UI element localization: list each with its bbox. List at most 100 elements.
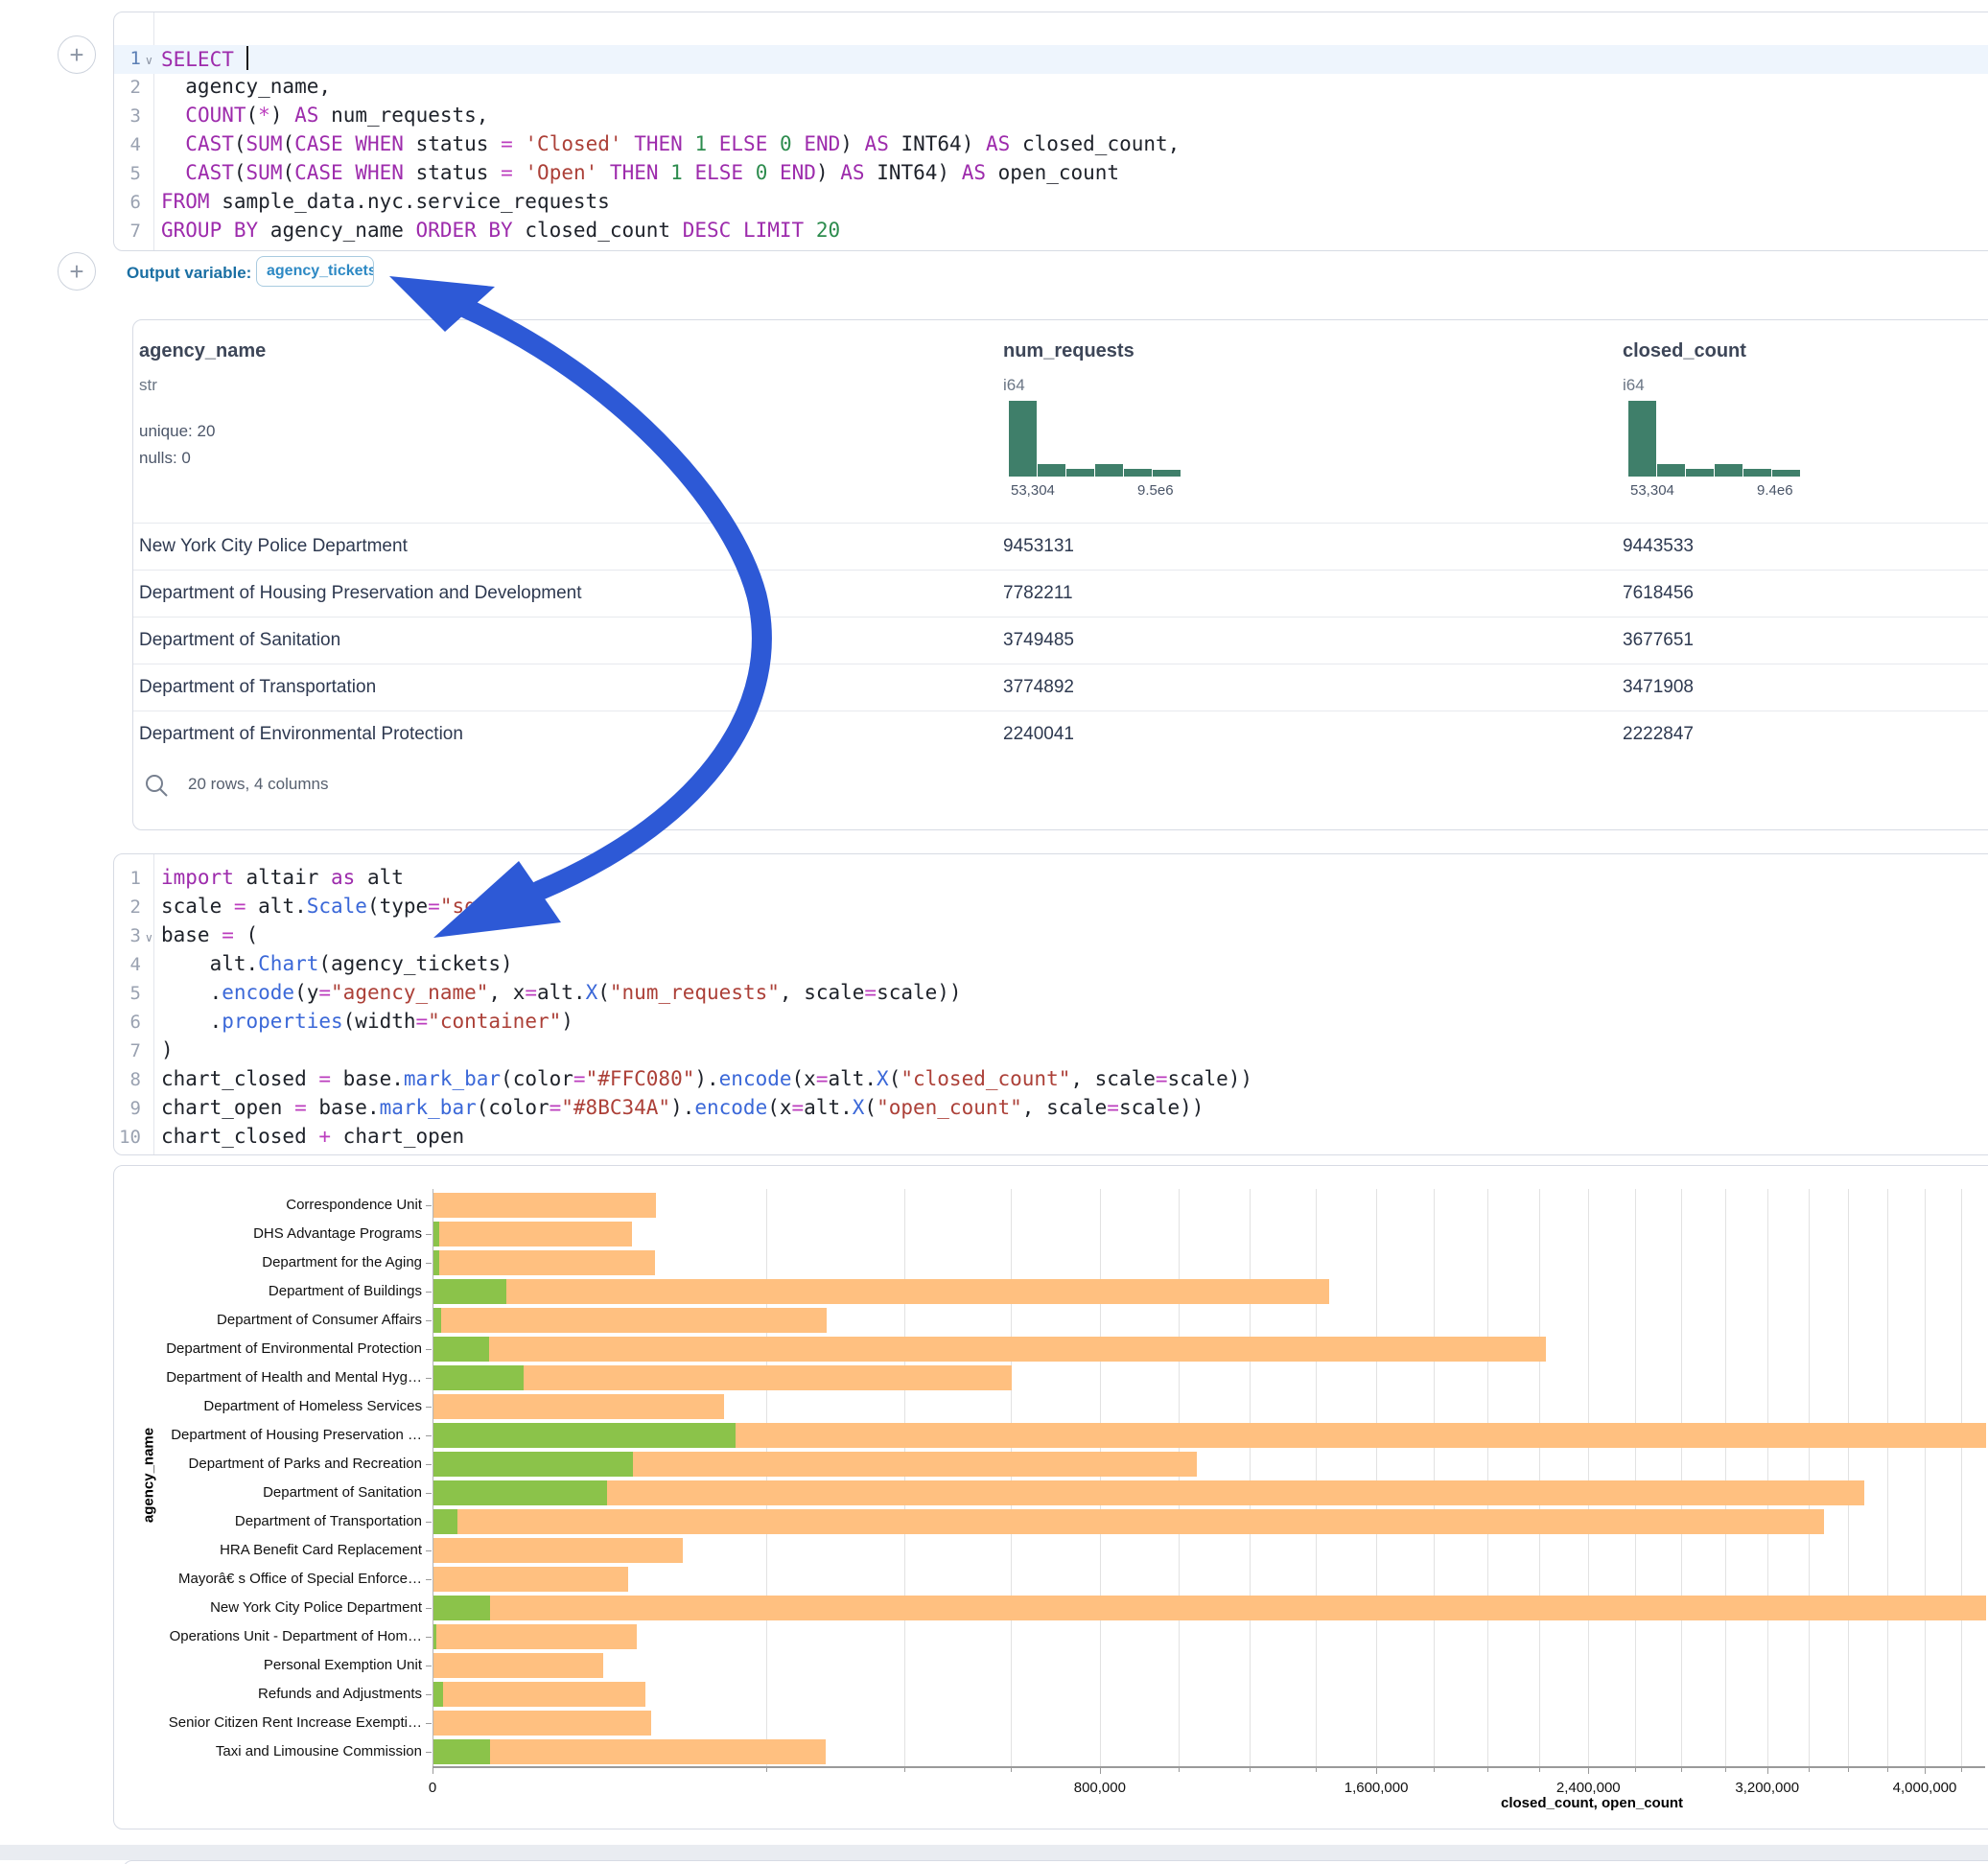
open-count-bar[interactable]: [433, 1624, 436, 1649]
python-line-1[interactable]: 1import altair as alt: [114, 865, 1988, 894]
code-text: .properties(width="container"): [161, 1010, 573, 1033]
closed-count-bar[interactable]: [433, 1222, 632, 1247]
closed-count-bar[interactable]: [433, 1250, 655, 1275]
y-category-label: Taxi and Limousine Commission: [163, 1743, 422, 1759]
closed-count-bar[interactable]: [433, 1596, 1986, 1620]
closed-count-bar[interactable]: [433, 1711, 651, 1736]
code-text: SELECT: [161, 46, 248, 71]
python-line-9[interactable]: 9chart_open = base.mark_bar(color="#8BC3…: [114, 1095, 1988, 1124]
open-count-bar[interactable]: [433, 1337, 489, 1362]
closed-count-bar[interactable]: [433, 1337, 1546, 1362]
line-number: 3: [114, 105, 141, 127]
open-count-bar[interactable]: [433, 1308, 441, 1333]
closed-count-bar[interactable]: [433, 1682, 645, 1707]
table-row[interactable]: New York City Police Department945313194…: [133, 523, 1988, 571]
gridline: [766, 1189, 767, 1766]
column-header-num_requests[interactable]: num_requests: [1003, 340, 1134, 362]
sql-line-5[interactable]: 5 CAST(SUM(CASE WHEN status = 'Open' THE…: [114, 160, 1988, 189]
sql-line-7[interactable]: 7GROUP BY agency_name ORDER BY closed_co…: [114, 218, 1988, 246]
output-variable-label: Output variable:: [127, 264, 251, 283]
python-line-7[interactable]: 7): [114, 1037, 1988, 1066]
table-cell: Department of Housing Preservation and D…: [139, 583, 582, 604]
open-count-bar[interactable]: [433, 1423, 736, 1448]
y-category-label: New York City Police Department: [163, 1599, 422, 1616]
closed-count-bar[interactable]: [433, 1624, 637, 1649]
closed-count-bar[interactable]: [433, 1509, 1824, 1534]
open-count-bar[interactable]: [433, 1682, 443, 1707]
line-number: 2: [114, 897, 141, 918]
y-tick-mark: [426, 1694, 432, 1695]
fold-caret-icon[interactable]: ∨: [145, 931, 153, 944]
table-cell: 3471908: [1623, 677, 1694, 698]
python-line-2[interactable]: 2 scale = alt.Scale(type="sqrt"): [114, 894, 1988, 922]
fold-caret-icon[interactable]: ∨: [145, 54, 153, 67]
column-header-closed_count[interactable]: closed_count: [1623, 340, 1746, 362]
table-cell: 9443533: [1623, 536, 1694, 557]
open-count-bar[interactable]: [433, 1250, 439, 1275]
open-count-bar[interactable]: [433, 1739, 490, 1764]
closed-count-bar[interactable]: [433, 1567, 628, 1592]
add-cell-button-top[interactable]: +: [58, 35, 96, 74]
closed-count-bar[interactable]: [433, 1193, 656, 1218]
gridline: [1316, 1189, 1317, 1766]
closed-count-bar[interactable]: [433, 1480, 1864, 1505]
y-category-label: DHS Advantage Programs: [163, 1225, 422, 1242]
column-histogram: [1628, 401, 1800, 477]
line-number: 3: [114, 925, 141, 946]
python-line-6[interactable]: 6 .properties(width="container"): [114, 1009, 1988, 1037]
sql-line-3[interactable]: 3 COUNT(*) AS num_requests,: [114, 103, 1988, 131]
table-row[interactable]: Department of Sanitation37494853677651: [133, 617, 1988, 664]
open-count-bar[interactable]: [433, 1480, 607, 1505]
x-tick-label: 0: [429, 1780, 436, 1796]
closed-count-bar[interactable]: [433, 1394, 724, 1419]
next-cell-stub: [123, 1860, 1988, 1864]
table-row[interactable]: Department of Housing Preservation and D…: [133, 570, 1988, 617]
table-cell: 9453131: [1003, 536, 1074, 557]
x-major-tick: [1100, 1766, 1101, 1774]
line-number: 4: [114, 954, 141, 975]
gridline: [1487, 1189, 1488, 1766]
table-cell: Department of Sanitation: [139, 630, 340, 651]
add-cell-button-middle[interactable]: +: [58, 252, 96, 291]
code-text: FROM sample_data.nyc.service_requests: [161, 190, 610, 213]
sql-line-2[interactable]: 2 agency_name,: [114, 74, 1988, 103]
table-row[interactable]: Department of Transportation377489234719…: [133, 664, 1988, 711]
output-variable-pill[interactable]: agency_tickets: [256, 256, 374, 287]
closed-count-bar[interactable]: [433, 1308, 827, 1333]
code-text: base = (: [161, 923, 258, 946]
column-header-agency_name[interactable]: agency_name: [139, 340, 266, 362]
gridline: [904, 1189, 905, 1766]
python-line-4[interactable]: 4 alt.Chart(agency_tickets): [114, 951, 1988, 980]
code-text: agency_name,: [161, 75, 331, 98]
open-count-bar[interactable]: [433, 1509, 457, 1534]
y-category-label: Senior Citizen Rent Increase Exempti…: [163, 1714, 422, 1731]
y-tick-mark: [426, 1550, 432, 1551]
closed-count-bar[interactable]: [433, 1538, 683, 1563]
sql-line-6[interactable]: 6FROM sample_data.nyc.service_requests: [114, 189, 1988, 218]
sql-line-1[interactable]: 1∨SELECT: [114, 45, 1988, 74]
y-tick-mark: [426, 1464, 432, 1465]
y-tick-mark: [426, 1435, 432, 1436]
sql-line-4[interactable]: 4 CAST(SUM(CASE WHEN status = 'Closed' T…: [114, 131, 1988, 160]
gridline: [1725, 1189, 1726, 1766]
closed-count-bar[interactable]: [433, 1279, 1329, 1304]
y-category-label: Personal Exemption Unit: [163, 1657, 422, 1673]
python-line-5[interactable]: 5 .encode(y="agency_name", x=alt.X("num_…: [114, 980, 1988, 1009]
closed-count-bar[interactable]: [433, 1653, 603, 1678]
open-count-bar[interactable]: [433, 1365, 524, 1390]
open-count-bar[interactable]: [433, 1452, 633, 1477]
y-category-label: Department of Transportation: [163, 1513, 422, 1529]
x-axis-title: closed_count, open_count: [1501, 1795, 1683, 1811]
open-count-bar[interactable]: [433, 1222, 439, 1247]
python-line-3[interactable]: 3 ∨ base = (: [114, 922, 1988, 951]
python-line-10[interactable]: 10chart_closed + chart_open: [114, 1124, 1988, 1153]
open-count-bar[interactable]: [433, 1596, 490, 1620]
code-text: chart_closed + chart_open: [161, 1125, 464, 1148]
closed-count-bar[interactable]: [433, 1739, 826, 1764]
line-number: 4: [114, 134, 141, 155]
code-text: scale = alt.Scale(type="sqrt"): [161, 895, 525, 918]
table-row[interactable]: Department of Environmental Protection22…: [133, 711, 1988, 758]
open-count-bar[interactable]: [433, 1279, 506, 1304]
python-line-8[interactable]: 8chart_closed = base.mark_bar(color="#FF…: [114, 1066, 1988, 1095]
gridline: [1925, 1189, 1926, 1766]
